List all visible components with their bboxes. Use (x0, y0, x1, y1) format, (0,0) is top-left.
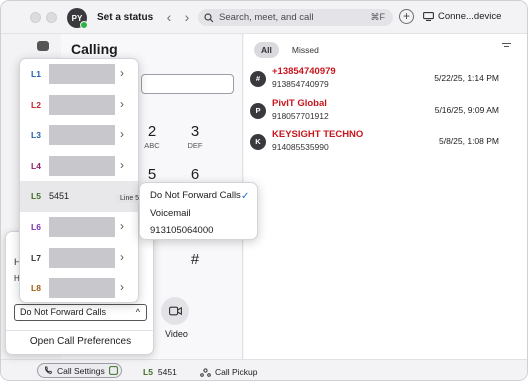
tab-missed[interactable]: Missed (285, 42, 326, 58)
chevron-right-icon: › (120, 66, 124, 80)
call-history-row[interactable]: # +13854740979 913854740979 5/22/25, 1:1… (244, 64, 527, 96)
chevron-right-icon: › (120, 280, 124, 295)
dial-key-6[interactable]: 6 (175, 166, 215, 183)
chevron-right-icon: › (120, 219, 124, 233)
forward-option-voicemail[interactable]: Voicemail (150, 208, 191, 219)
search-icon (204, 12, 214, 22)
redacted-line-label (49, 217, 115, 237)
search-shortcut: ⌘F (370, 12, 386, 22)
line-item[interactable]: L8 › (20, 273, 138, 302)
call-settings-button[interactable]: Call Settings (37, 363, 122, 378)
line-code: L8 (31, 283, 41, 294)
back-arrow-icon[interactable]: ‹ (162, 9, 176, 25)
line-badge-icon (108, 366, 118, 375)
line-item[interactable]: L2 › (20, 90, 138, 121)
dial-input[interactable] (141, 74, 234, 94)
chevron-up-icon: ^ (135, 307, 140, 317)
divider (6, 330, 155, 331)
chevron-right-icon: › (120, 157, 124, 172)
line-number: 5451 (157, 367, 177, 377)
chat-icon[interactable] (37, 41, 49, 51)
video-label: Video (165, 329, 188, 339)
call-history-row[interactable]: K KEYSIGHT TECHNO 914085535990 5/8/25, 1… (244, 127, 527, 159)
forward-option-number[interactable]: 913105064000 (150, 225, 213, 236)
history-filter-tabs: All Missed (254, 42, 326, 58)
filter-icon[interactable] (502, 43, 511, 50)
search-input[interactable] (219, 12, 369, 23)
dial-key-hash[interactable]: # (175, 251, 215, 268)
call-settings-label: Call Settings (57, 365, 105, 376)
line-code: L3 (31, 130, 41, 141)
device-connection-button[interactable]: Conne...device (423, 11, 501, 22)
caller-number: 918057701912 (272, 111, 329, 121)
chevron-right-icon: › (120, 249, 124, 264)
forward-calls-select[interactable]: Do Not Forward Calls ^ (14, 304, 147, 321)
phone-settings-icon (44, 366, 53, 375)
key-digit: # (190, 251, 200, 268)
forward-arrow-icon[interactable]: › (180, 9, 194, 25)
call-history-row[interactable]: P PivIT Global 918057701912 5/16/25, 9:0… (244, 96, 527, 128)
caller-name: +13854740979 (272, 66, 336, 77)
line-item[interactable]: L4 › (20, 151, 138, 182)
set-status-link[interactable]: Set a status (97, 12, 153, 23)
chevron-right-icon: › (120, 96, 124, 111)
key-letters: DEF (187, 141, 203, 150)
caller-name: PivIT Global (272, 98, 327, 109)
forward-option-do-not-forward[interactable]: Do Not Forward Calls (150, 190, 241, 201)
avatar: P (250, 103, 266, 119)
minimize-window-button[interactable] (46, 12, 57, 23)
key-digit: 3 (190, 123, 200, 140)
line-code: L1 (31, 69, 41, 79)
tab-all[interactable]: All (254, 42, 279, 58)
line-code: L5 (143, 367, 153, 377)
line-label: 5451 (49, 191, 70, 202)
call-date: 5/22/25, 1:14 PM (434, 73, 499, 83)
redacted-line-label (49, 64, 115, 84)
call-pickup-button[interactable]: Call Pickup (200, 367, 258, 377)
redacted-line-label (49, 155, 115, 176)
line-code: L7 (31, 252, 41, 263)
monitor-icon (423, 12, 434, 21)
caller-number: 914085535990 (272, 142, 329, 152)
redacted-line-label (49, 247, 115, 268)
line-code: L4 (31, 160, 41, 171)
avatar: # (250, 71, 266, 87)
redacted-line-label (49, 278, 115, 299)
device-label: Conne...device (438, 11, 502, 22)
call-pickup-icon (200, 367, 211, 377)
key-digit: 6 (190, 166, 200, 183)
call-pickup-label: Call Pickup (215, 367, 258, 377)
line-code: L6 (31, 222, 41, 232)
dial-key-3[interactable]: 3 DEF (175, 123, 215, 150)
plus-icon[interactable]: + (399, 9, 414, 24)
close-window-button[interactable] (30, 12, 41, 23)
video-call-button[interactable] (161, 297, 189, 325)
line-item[interactable]: L3 › (20, 120, 138, 151)
caller-name: KEYSIGHT TECHNO (272, 129, 364, 140)
open-call-preferences-button[interactable]: Open Call Preferences (6, 336, 155, 347)
avatar: K (250, 134, 266, 150)
video-camera-icon (168, 306, 182, 316)
call-date: 5/8/25, 1:08 PM (438, 136, 499, 146)
forwarding-submenu: Do Not Forward Calls ✓ Voicemail 9131050… (139, 182, 258, 240)
line-list-popover: L1 › L2 › L3 › L4 › L5 5451 L6 › L7 › L8 › (19, 58, 139, 303)
line-item[interactable]: L7 › (20, 243, 138, 274)
chevron-right-icon: › (120, 127, 124, 142)
line-code: L5 (31, 191, 41, 202)
line-item[interactable]: L6 › (20, 212, 138, 243)
checkmark-icon: ✓ (241, 191, 250, 202)
line-code: L2 (31, 99, 41, 110)
forward-select-value: Do Not Forward Calls (20, 307, 107, 317)
active-line-indicator[interactable]: L5 5451 (143, 367, 177, 377)
presence-indicator (80, 21, 88, 29)
call-date: 5/16/25, 9:09 AM (434, 105, 499, 115)
page-title: Calling (71, 41, 118, 57)
caller-number: 913854740979 (272, 79, 329, 89)
app-window: PY Set a status ‹ › ⌘F + Conne...device … (0, 0, 528, 381)
redacted-line-label (49, 125, 115, 146)
redacted-line-label (49, 94, 115, 115)
title-bar: PY Set a status ‹ › ⌘F + Conne...device (1, 1, 527, 34)
line-item[interactable]: L1 › (20, 59, 138, 90)
search-box[interactable]: ⌘F (198, 9, 393, 26)
